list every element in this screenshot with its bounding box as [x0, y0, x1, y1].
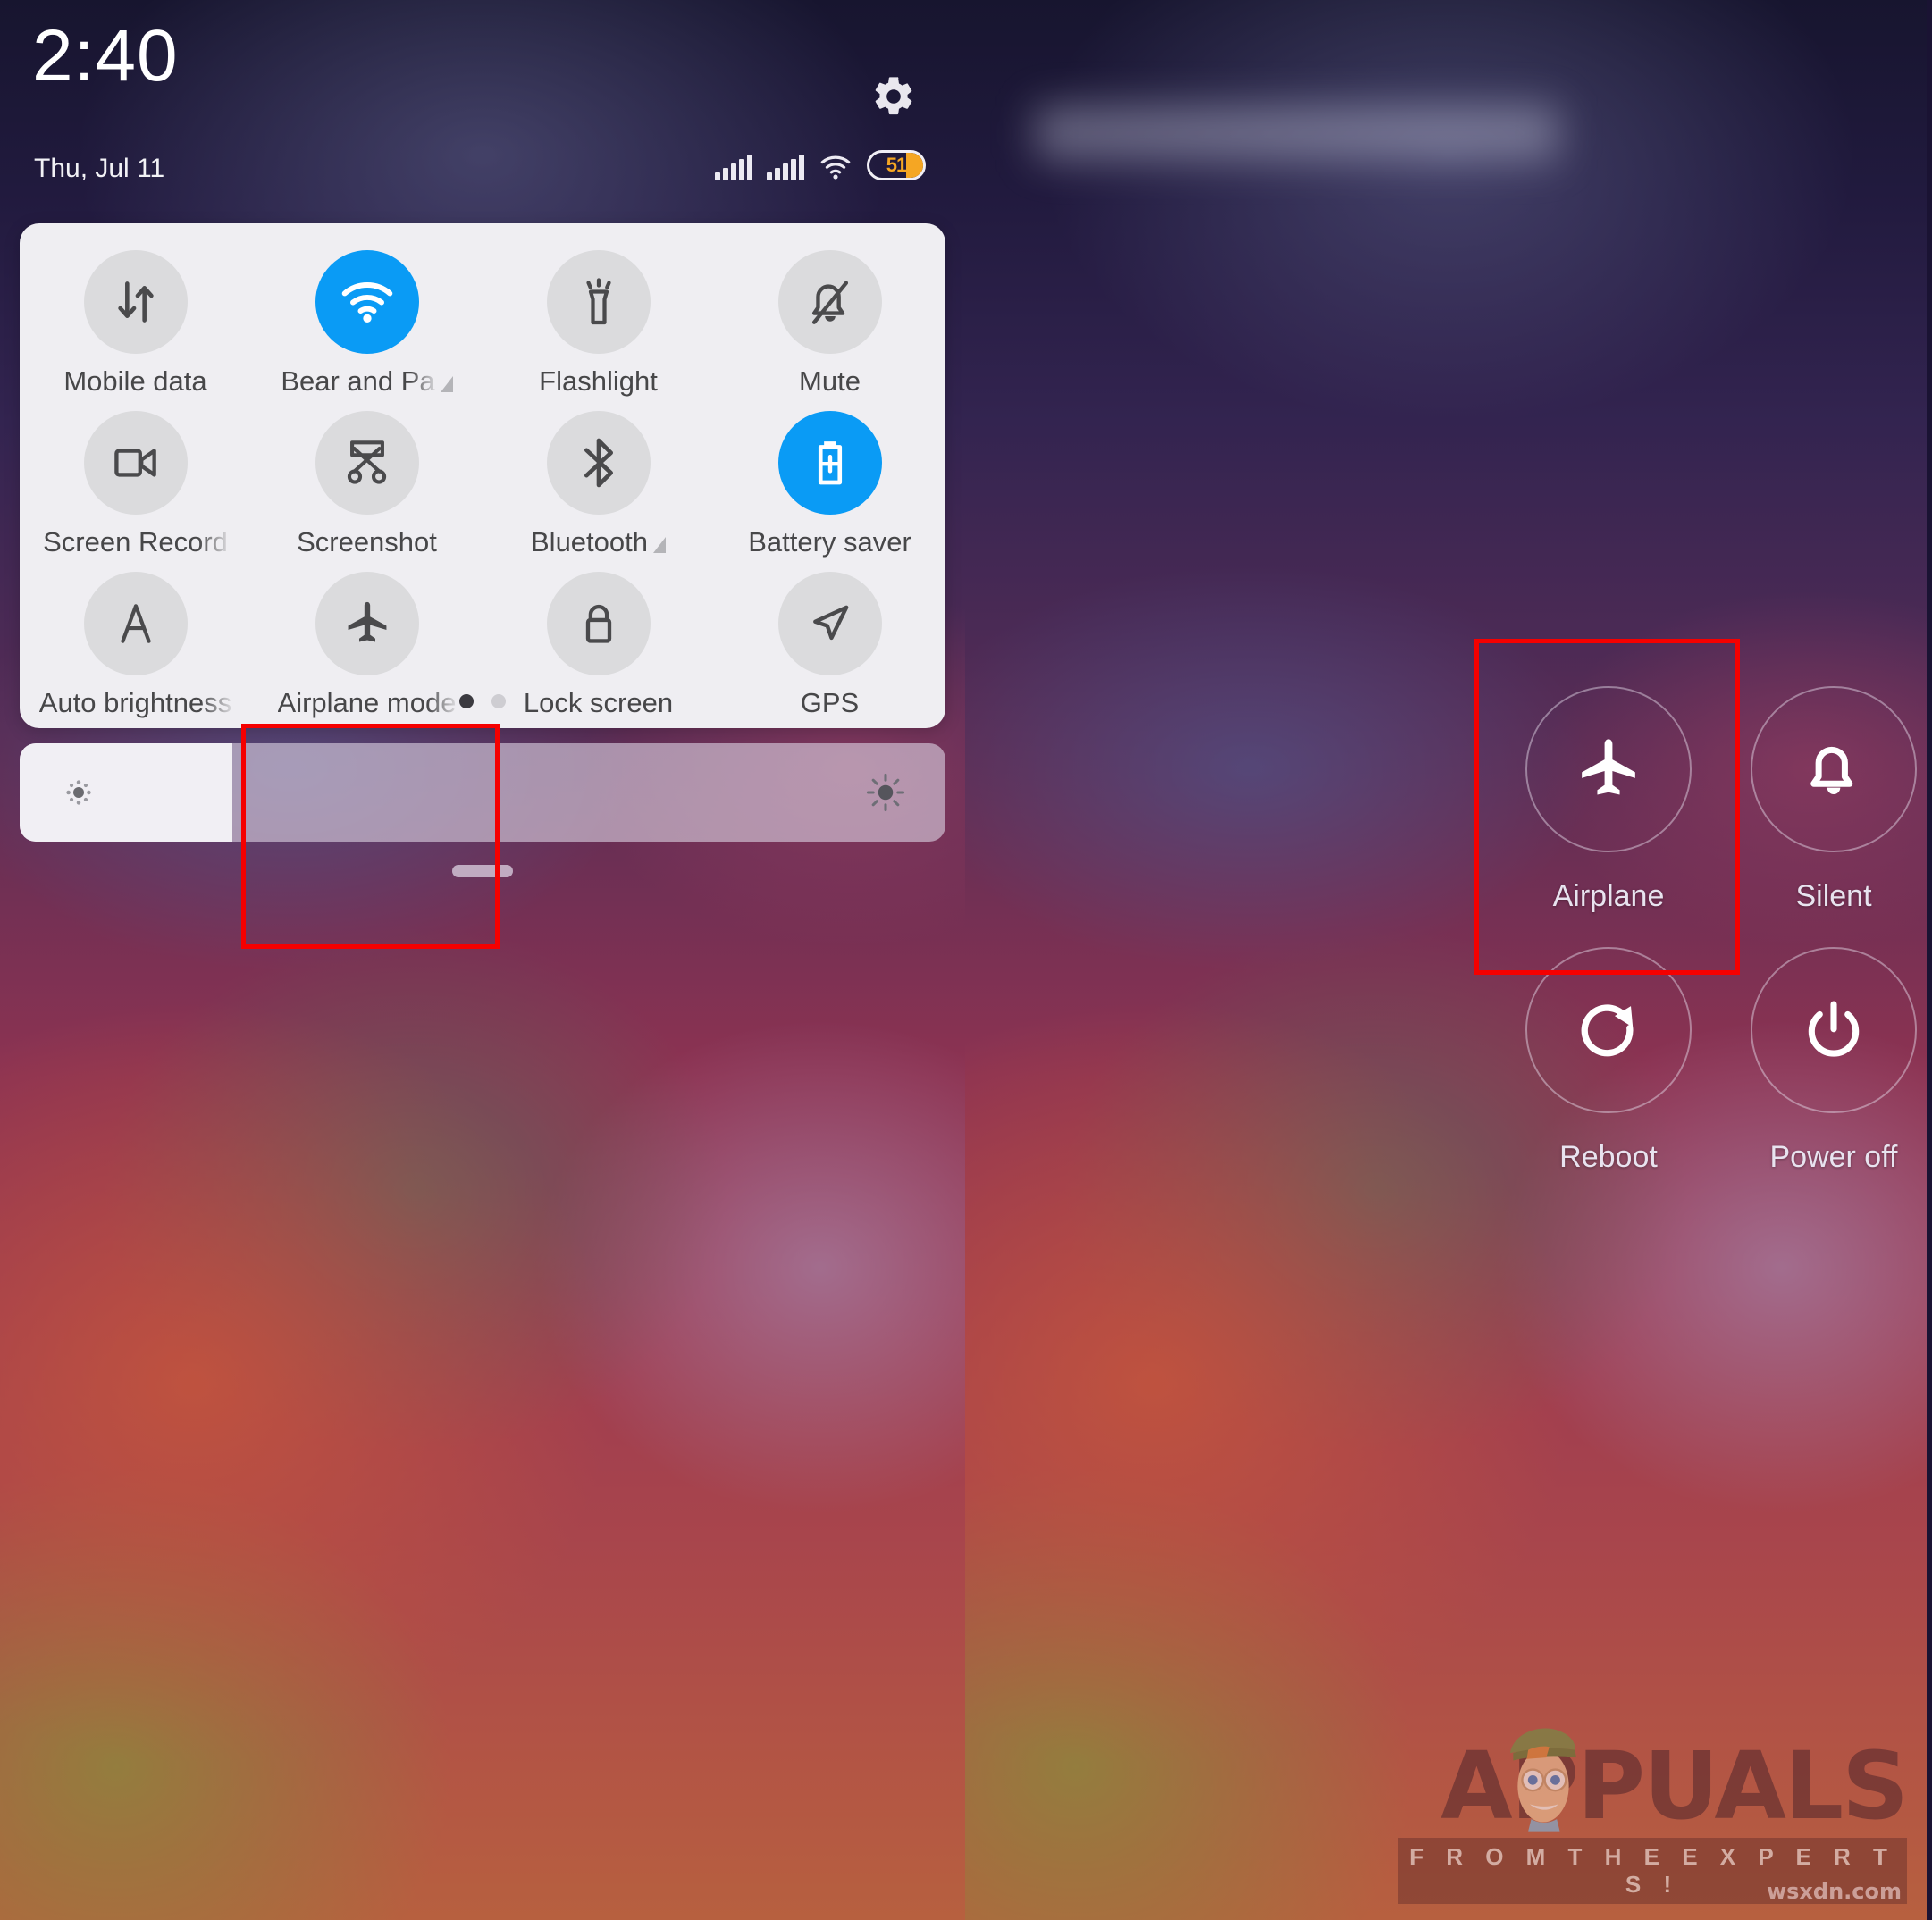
- screenshot-root: 2:40 Thu, Jul 11 51 Mobile data Bear and…: [0, 0, 1932, 1920]
- qs-tile-label-row: Bear and Pa: [281, 354, 453, 397]
- mascot-face-icon: [1509, 1728, 1577, 1832]
- brightness-low-icon: [63, 776, 95, 809]
- clock-date: Thu, Jul 11: [34, 154, 165, 183]
- page-dot-2[interactable]: [491, 694, 506, 708]
- qs-tile-label: Bear and Pa: [281, 366, 435, 397]
- chevron-expand-icon[interactable]: [440, 376, 453, 393]
- status-icon-group: 51: [715, 150, 926, 180]
- auto-brightness-icon: [120, 604, 151, 643]
- power-menu-label: Silent: [1795, 879, 1872, 913]
- qs-tile-mobile-data[interactable]: Mobile data: [20, 245, 251, 397]
- qs-tile-circle: [315, 572, 419, 676]
- battery-percent-label: 51: [886, 154, 907, 176]
- bluetooth-icon: [584, 438, 613, 488]
- qs-tile-circle: [83, 572, 188, 676]
- power-menu-reboot[interactable]: Reboot: [1492, 947, 1725, 1175]
- battery-indicator: 51: [867, 150, 926, 180]
- power-icon: [1808, 1001, 1860, 1057]
- power-menu: Airplane Silent Reboot Power off: [965, 0, 1932, 1920]
- qs-tile-label: Battery saver: [748, 527, 911, 558]
- qs-tile-circle: [777, 572, 882, 676]
- airplane-icon: [1582, 739, 1635, 795]
- power-menu-circle: [1525, 686, 1692, 852]
- qs-tile-screen-record[interactable]: Screen Record: [20, 406, 251, 558]
- qs-tile-circle: [777, 250, 882, 354]
- power-menu-label: Airplane: [1552, 879, 1665, 913]
- settings-button[interactable]: [870, 73, 917, 120]
- signal-bars-icon: [767, 154, 804, 180]
- left-phone-screen: 2:40 Thu, Jul 11 51 Mobile data Bear and…: [0, 0, 965, 1920]
- chevron-expand-icon[interactable]: [653, 537, 666, 554]
- brightness-slider[interactable]: [20, 743, 945, 842]
- navigation-arrow-icon: [812, 605, 848, 641]
- power-menu-circle: [1751, 686, 1917, 852]
- power-menu-airplane[interactable]: Airplane: [1492, 686, 1725, 914]
- mobile-data-icon: [117, 281, 154, 323]
- clock-time: 2:40: [32, 15, 179, 96]
- power-menu-power-off[interactable]: Power off: [1718, 947, 1932, 1175]
- qs-tile-label: Mobile data: [63, 366, 207, 397]
- bell-muted-icon: [811, 281, 848, 324]
- qs-tile-label: Screenshot: [297, 527, 437, 558]
- watermark-brand: APPUALS: [1441, 1731, 1909, 1840]
- lock-icon: [585, 605, 611, 643]
- quick-settings-panel: Mobile data Bear and Pa Flashlight Mute …: [20, 223, 945, 728]
- qs-tile-circle: [777, 411, 882, 516]
- qs-tile-mute[interactable]: Mute: [714, 245, 945, 397]
- qs-tile-circle: [83, 250, 188, 354]
- gear-icon: [875, 77, 912, 115]
- right-phone-screen: Airplane Silent Reboot Power off APPUALS…: [965, 0, 1932, 1920]
- qs-tile-battery-saver[interactable]: Battery saver: [714, 406, 945, 558]
- airplane-icon: [348, 602, 386, 642]
- video-camera-icon: [113, 449, 156, 477]
- qs-tile-label: Screen Record: [43, 527, 228, 558]
- bell-icon: [1810, 746, 1853, 794]
- watermark: APPUALS F R O M T H E E X P E R T S ! ws…: [1398, 1728, 1909, 1904]
- qs-tile-bluetooth[interactable]: Bluetooth: [483, 406, 714, 558]
- qs-tile-flashlight[interactable]: Flashlight: [483, 245, 714, 397]
- power-menu-label: Reboot: [1559, 1140, 1658, 1174]
- qs-tile-screenshot[interactable]: Screenshot: [251, 406, 483, 558]
- qs-tile-circle: [83, 411, 188, 516]
- battery-plus-icon: [818, 441, 842, 485]
- qs-tile-label: Flashlight: [539, 366, 658, 397]
- qs-tile-label: Mute: [799, 366, 861, 397]
- watermark-site: wsxdn.com: [1766, 1879, 1902, 1904]
- qs-tile-label: Bluetooth: [531, 527, 648, 558]
- wifi-icon: [820, 155, 851, 180]
- qs-tile-circle: [315, 411, 419, 516]
- qs-tile-circle: [546, 572, 651, 676]
- brightness-slider-fill: [20, 743, 233, 842]
- reboot-circular-arrow-icon: [1581, 1004, 1634, 1057]
- brightness-high-icon: [865, 772, 906, 813]
- qs-tile-circle: [546, 250, 651, 354]
- signal-bars-icon: [715, 154, 752, 180]
- flashlight-icon: [585, 278, 611, 325]
- qs-tile-wifi[interactable]: Bear and Pa: [251, 245, 483, 397]
- status-bar: 2:40 Thu, Jul 11 51: [0, 0, 965, 183]
- power-menu-label: Power off: [1769, 1140, 1898, 1174]
- qs-tile-circle: [546, 411, 651, 516]
- power-menu-silent[interactable]: Silent: [1718, 686, 1932, 914]
- scissors-icon: [347, 440, 386, 484]
- shade-drag-handle[interactable]: [452, 865, 513, 877]
- quick-settings-grid: Mobile data Bear and Pa Flashlight Mute …: [20, 245, 945, 718]
- wifi-icon: [341, 282, 392, 323]
- qs-tile-circle: [315, 250, 419, 354]
- power-menu-circle: [1751, 947, 1917, 1113]
- page-dot-1[interactable]: [459, 694, 474, 708]
- page-indicator[interactable]: [20, 694, 945, 708]
- qs-tile-label-row: Bluetooth: [531, 515, 666, 558]
- power-menu-circle: [1525, 947, 1692, 1113]
